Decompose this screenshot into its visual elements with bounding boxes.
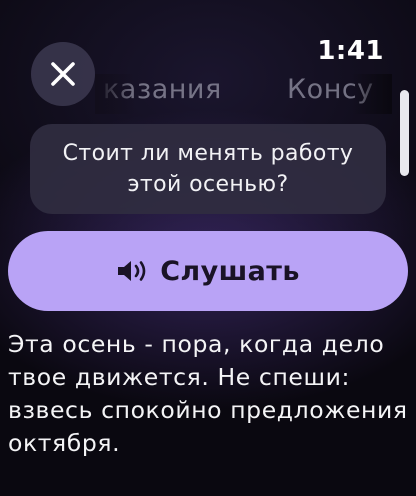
- question-card: Стоит ли менять работу этой осенью?: [30, 124, 386, 214]
- question-text: Стоит ли менять работу этой осенью?: [62, 141, 354, 197]
- speaker-icon: [118, 261, 146, 281]
- tab-fade-left: [95, 74, 135, 114]
- scroll-indicator[interactable]: [400, 90, 409, 176]
- answer-text: Эта осень - пора, когда дело твое движет…: [8, 330, 408, 457]
- tab-bar: казания Консу: [0, 74, 416, 114]
- listen-button-label: Слушать: [160, 255, 300, 287]
- listen-button[interactable]: Слушать: [8, 231, 408, 311]
- tab-fade-right: [352, 74, 392, 114]
- watch-screen: 1:41 казания Консу Стоит ли менять работ…: [0, 0, 416, 496]
- status-time: 1:41: [317, 36, 384, 66]
